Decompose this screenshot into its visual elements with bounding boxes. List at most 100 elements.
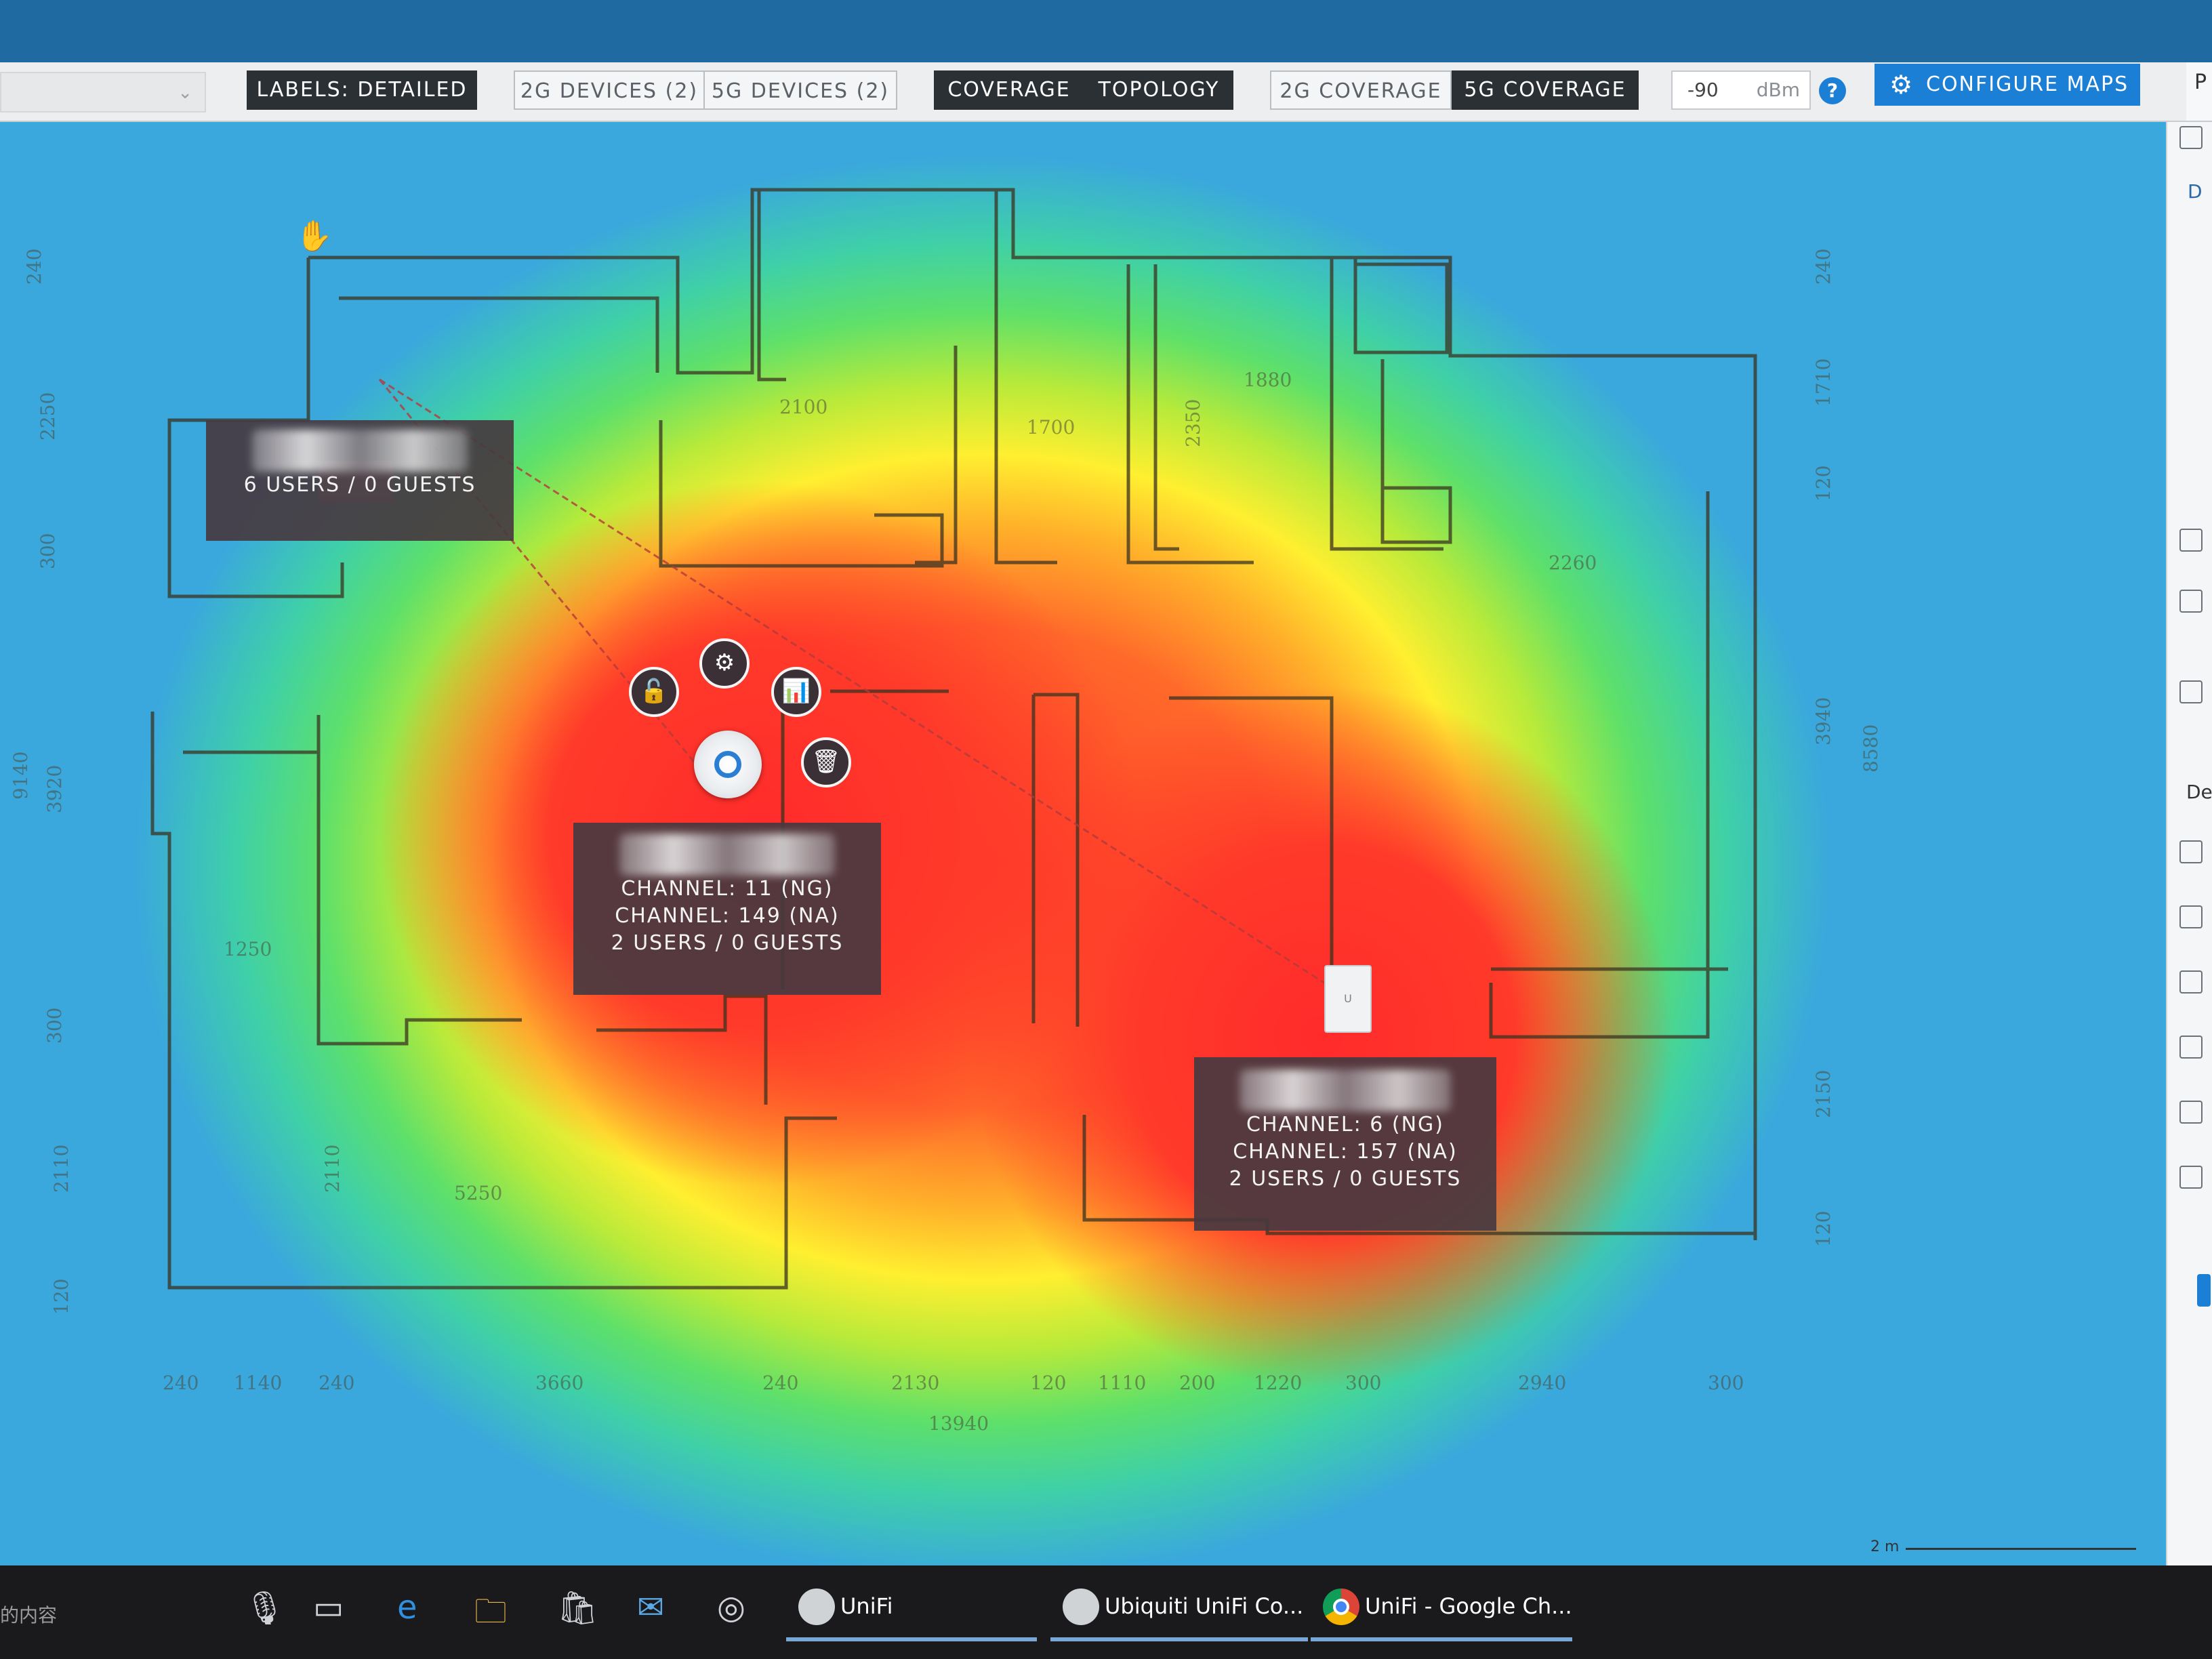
- ap-1-label[interactable]: CHANNEL: 11 (NG) CHANNEL: 149 (NA) 2 USE…: [573, 823, 881, 995]
- task-view-icon[interactable]: ▭: [313, 1589, 344, 1626]
- edge-browser-icon[interactable]: e: [397, 1589, 417, 1626]
- ap-2-label[interactable]: CHANNEL: 6 (NG) CHANNEL: 157 (NA) 2 USER…: [1194, 1057, 1496, 1231]
- device-side-panel: D De: [2166, 122, 2212, 1565]
- chrome-icon: [1323, 1589, 1359, 1625]
- taskbar-app-label: UniFi: [840, 1593, 893, 1619]
- dim-bottom-12: 2940: [1518, 1372, 1566, 1394]
- mail-app-icon[interactable]: ✉: [637, 1589, 664, 1626]
- ap-1-channel-ng: CHANNEL: 11 (NG): [621, 877, 834, 901]
- device-row-checkbox[interactable]: [2179, 1101, 2203, 1124]
- dim-bottom-1: 240: [163, 1372, 199, 1394]
- device-row-checkbox[interactable]: [2179, 1166, 2203, 1189]
- coverage-heatmap[interactable]: 240 2250 300 9140 3920 300 2110 120 240 …: [0, 122, 2166, 1565]
- panel-section-label: De: [2186, 781, 2212, 803]
- ap-2-channel-ng: CHANNEL: 6 (NG): [1246, 1113, 1444, 1136]
- device-name-redacted: [252, 430, 468, 472]
- device-row-checkbox[interactable]: [2179, 905, 2203, 928]
- delete-icon[interactable]: 🗑: [801, 737, 851, 787]
- panel-checkbox[interactable]: [2179, 529, 2203, 552]
- devices-5g-toggle[interactable]: 5G DEVICES (2): [703, 70, 897, 110]
- help-icon[interactable]: ?: [1819, 77, 1846, 104]
- configure-maps-label: CONFIGURE MAPS: [1926, 73, 2129, 96]
- lock-icon[interactable]: 🔓: [629, 667, 679, 717]
- dim-bottom-8: 1110: [1098, 1372, 1146, 1394]
- coverage-toggle[interactable]: COVERAGE: [934, 70, 1084, 110]
- map-select-dropdown[interactable]: ⌄: [0, 72, 206, 112]
- taskbar-app-unifi[interactable]: UniFi: [786, 1571, 1037, 1641]
- dim-right-6: 2150: [1812, 1070, 1835, 1118]
- map-scale: 2 m: [1870, 1538, 2142, 1555]
- device-name-redacted: [1239, 1069, 1452, 1111]
- device-row-checkbox[interactable]: [2179, 840, 2203, 863]
- dim-total: 13940: [928, 1412, 989, 1435]
- pan-hand-cursor-icon: ✋: [295, 219, 333, 253]
- coverage-5g-toggle[interactable]: 5G COVERAGE: [1452, 70, 1639, 110]
- monitor-bezel: [0, 0, 2212, 62]
- dim-right-7: 120: [1812, 1211, 1835, 1247]
- panel-tab-label[interactable]: D: [2188, 180, 2203, 203]
- switch-user-count: 6 USERS / 0 GUESTS: [243, 473, 476, 497]
- unifi-app-icon: [798, 1589, 835, 1625]
- dim-bottom-11: 300: [1345, 1372, 1381, 1394]
- gear-icon: ⚙: [1889, 70, 1914, 100]
- dim-bottom-5: 240: [762, 1372, 798, 1394]
- labels-detailed-button[interactable]: LABELS: DETAILED: [247, 70, 477, 110]
- ap-2-user-count: 2 USERS / 0 GUESTS: [1229, 1167, 1462, 1191]
- signal-threshold-input[interactable]: -90 dBm: [1671, 70, 1811, 110]
- panel-toggle-icon[interactable]: [2179, 680, 2203, 703]
- topology-toggle[interactable]: TOPOLOGY: [1084, 70, 1233, 110]
- room-dim-1: 2100: [779, 396, 827, 418]
- dim-bottom-10: 1220: [1254, 1372, 1302, 1394]
- device-row-checkbox[interactable]: [2179, 970, 2203, 994]
- microphone-icon[interactable]: 🎙: [244, 1589, 285, 1627]
- store-icon[interactable]: 🛍: [557, 1589, 598, 1627]
- taskbar-app-unifi-controller[interactable]: Ubiquiti UniFi Co...: [1050, 1571, 1308, 1641]
- dim-left-7: 2110: [50, 1145, 73, 1193]
- map-toolbar: ⌄ LABELS: DETAILED 2G DEVICES (2) 5G DEV…: [0, 62, 2212, 122]
- devices-2g-toggle[interactable]: 2G DEVICES (2): [514, 70, 705, 110]
- ap-2-channel-na: CHANNEL: 157 (NA): [1233, 1140, 1458, 1164]
- access-point-icon[interactable]: [694, 731, 762, 798]
- wall-access-point-icon[interactable]: U: [1324, 965, 1372, 1033]
- panel-action-button[interactable]: [2197, 1274, 2211, 1307]
- ap-status-ring: [714, 751, 741, 778]
- dim-left-5: 3920: [43, 765, 66, 813]
- coverage-2g-toggle[interactable]: 2G COVERAGE: [1270, 70, 1452, 110]
- dim-left-4: 9140: [9, 752, 32, 800]
- os-taskbar: 的内容 🎙 ▭ e 🗀 🛍 ✉ ◎ UniFi Ubiquiti UniFi C…: [0, 1565, 2212, 1659]
- dim-right-4: 3940: [1812, 697, 1835, 745]
- dim-left-2: 2250: [37, 392, 59, 441]
- properties-tab[interactable]: P: [2186, 62, 2212, 121]
- chevron-down-icon: ⌄: [178, 83, 192, 103]
- stats-icon[interactable]: 📊: [771, 667, 821, 717]
- settings-icon[interactable]: ⚙: [699, 638, 750, 689]
- threshold-unit: dBm: [1756, 79, 1800, 101]
- dim-bottom-9: 200: [1179, 1372, 1215, 1394]
- dim-bottom-6: 2130: [891, 1372, 939, 1394]
- ap-1-channel-na: CHANNEL: 149 (NA): [615, 904, 840, 928]
- room-dim-4: 1880: [1244, 369, 1292, 391]
- dim-right-5: 8580: [1860, 724, 1882, 773]
- floorplan-drawing: 240 2250 300 9140 3920 300 2110 120 240 …: [9, 188, 1882, 1435]
- unifi-controller-icon: [1063, 1589, 1099, 1625]
- dim-right-2: 1710: [1812, 359, 1835, 407]
- file-explorer-icon[interactable]: 🗀: [474, 1589, 507, 1643]
- taskbar-app-chrome[interactable]: UniFi - Google Ch...: [1311, 1571, 1572, 1641]
- room-dim-7: 5250: [454, 1182, 502, 1204]
- dim-bottom-7: 120: [1030, 1372, 1066, 1394]
- taskbar-app-label: UniFi - Google Ch...: [1365, 1593, 1572, 1619]
- dim-left-3: 300: [37, 533, 59, 569]
- room-dim-2: 1700: [1027, 416, 1075, 438]
- dim-bottom-2: 1140: [234, 1372, 282, 1394]
- configure-maps-button[interactable]: ⚙ CONFIGURE MAPS: [1875, 64, 2140, 106]
- dim-left-8: 120: [50, 1279, 73, 1315]
- panel-toggle-icon[interactable]: [2179, 126, 2203, 149]
- room-dim-6: 1250: [224, 938, 272, 960]
- room-dim-3: 2350: [1182, 399, 1204, 447]
- panel-checkbox[interactable]: [2179, 590, 2203, 613]
- device-row-checkbox[interactable]: [2179, 1036, 2203, 1059]
- network-app-icon[interactable]: ◎: [717, 1589, 745, 1626]
- threshold-value: -90: [1687, 79, 1719, 101]
- switch-device-label[interactable]: 6 USERS / 0 GUESTS: [206, 420, 514, 541]
- taskbar-search-box[interactable]: 的内容: [0, 1601, 57, 1628]
